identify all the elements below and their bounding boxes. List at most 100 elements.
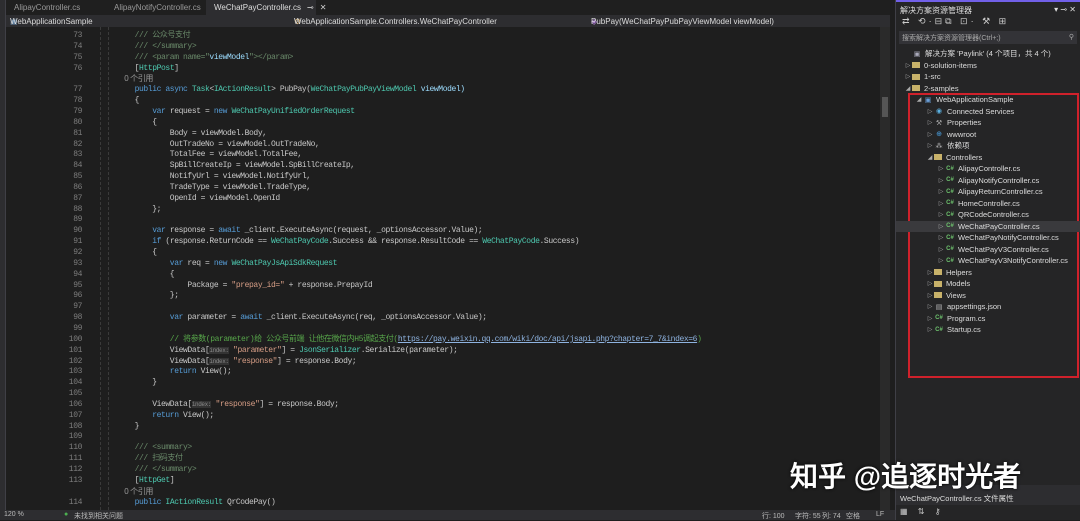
tree-item[interactable]: ▷ C# WeChatPayV3Controller.cs [896,244,1080,256]
tree-item[interactable]: ▷ ⚒ Properties [896,117,1080,129]
tree-item[interactable]: ▷ C# QRCodeController.cs [896,209,1080,221]
code-line[interactable]: 0 个引用 [6,73,880,84]
expand-arrow-icon[interactable]: ▷ [937,188,945,195]
close-icon[interactable]: ✕ [320,3,327,12]
code-line[interactable]: 114 public IActionResult QrCodePay() [6,497,880,508]
code-line[interactable]: 81 Body = viewModel.Body, [6,128,880,139]
code-line[interactable]: 104 } [6,377,880,388]
zoom-level[interactable]: 120 % [4,511,24,518]
code-line[interactable]: 108 } [6,421,880,432]
expand-arrow-icon[interactable]: ▷ [926,142,934,149]
tree-item[interactable]: ▷ Helpers [896,267,1080,279]
tree-item[interactable]: ▷ C# WeChatPayNotifyController.cs [896,232,1080,244]
solution-explorer-toolbar[interactable]: ⇄ ⟲·⊟⧉ ⊡· ⚒ ⊞ [896,15,1080,30]
code-line[interactable]: 74 /// </summary> [6,41,880,52]
code-line[interactable]: 102 ViewData[index: "response"] = respon… [6,356,880,367]
code-line[interactable]: 101 ViewData[index: "parameter"] = JsonS… [6,345,880,356]
code-line[interactable]: 79 var request = new WeChatPayUnifiedOrd… [6,106,880,117]
code-line[interactable]: 96 }; [6,290,880,301]
tree-item[interactable]: ▷ C# Startup.cs [896,324,1080,336]
expand-arrow-icon[interactable]: ▷ [926,108,934,115]
code-line[interactable]: 99 [6,323,880,334]
code-line[interactable]: 84 SpBillCreateIp = viewModel.SpBillCrea… [6,160,880,171]
tree-item[interactable]: ▷ 1-src [896,71,1080,83]
expand-arrow-icon[interactable]: ▷ [904,73,912,80]
properties-toolbar[interactable]: ▦ ⇅ ⚷ [896,505,1080,518]
code-line[interactable]: 76 [HttpPost] [6,63,880,74]
expand-arrow-icon[interactable]: ▷ [937,200,945,207]
code-line[interactable]: 83 TotalFee = viewModel.TotalFee, [6,149,880,160]
expand-arrow-icon[interactable]: ▷ [926,269,934,276]
code-line[interactable]: 88 }; [6,204,880,215]
code-line[interactable]: 109 [6,431,880,442]
codelens-references[interactable]: 0 个引用 [117,74,153,83]
code-line[interactable]: 100 // 将参数(parameter)给 公众号前端 让他在微信内H5调起支… [6,334,880,345]
tree-item[interactable]: ▷ ⊕ wwwroot [896,129,1080,141]
tree-item[interactable]: ◢ ▣ WebApplicationSample [896,94,1080,106]
code-line[interactable]: 92 { [6,247,880,258]
tree-item[interactable]: ◢ Controllers [896,152,1080,164]
tree-item[interactable]: ▣ 解决方案 'Paylink' (4 个项目，共 4 个) [896,48,1080,60]
code-line[interactable]: 97 [6,301,880,312]
expand-arrow-icon[interactable]: ▷ [926,315,934,322]
codelens-references[interactable]: 0 个引用 [117,487,153,496]
code-line[interactable]: 82 OutTradeNo = viewModel.OutTradeNo, [6,139,880,150]
pin-icon[interactable]: ⊸ [307,3,314,12]
code-line[interactable]: 90 var response = await _client.ExecuteA… [6,225,880,236]
code-line[interactable]: 106 ViewData[index: "response"] = respon… [6,399,880,410]
code-line[interactable]: 95 Package = "prepay_id=" + response.Pre… [6,280,880,291]
tab-alipay-controller[interactable]: AlipayController.cs [6,0,106,15]
code-line[interactable]: 103 return View(); [6,366,880,377]
expand-arrow-icon[interactable]: ▷ [904,62,912,69]
collapse-arrow-icon[interactable]: ◢ [926,154,934,161]
code-line[interactable]: 89 [6,214,880,225]
code-line[interactable]: 77 public async Task<IActionResult> PubP… [6,84,880,95]
expand-arrow-icon[interactable]: ▷ [937,211,945,218]
code-line[interactable]: 85 NotifyUrl = viewModel.NotifyUrl, [6,171,880,182]
expand-arrow-icon[interactable]: ▷ [926,119,934,126]
code-line[interactable]: 0 个引用 [6,486,880,497]
code-line[interactable]: 94 { [6,269,880,280]
code-line[interactable]: 78 { [6,95,880,106]
tree-item[interactable]: ▷ ▤ appsettings.json [896,301,1080,313]
code-line[interactable]: 111 /// 扫码支付 [6,453,880,464]
collapse-arrow-icon[interactable]: ◢ [904,85,912,92]
tree-item[interactable]: ▷ C# AlipayReturnController.cs [896,186,1080,198]
expand-arrow-icon[interactable]: ▷ [926,131,934,138]
code-line[interactable]: 98 var parameter = await _client.Execute… [6,312,880,323]
expand-arrow-icon[interactable]: ▷ [937,177,945,184]
search-icon[interactable]: ⚲ [1069,33,1074,42]
code-line[interactable]: 87 OpenId = viewModel.OpenId [6,193,880,204]
code-line[interactable]: 107 return View(); [6,410,880,421]
tree-item[interactable]: ▷ C# HomeController.cs [896,198,1080,210]
editor-scrollbar[interactable] [880,27,890,510]
expand-arrow-icon[interactable]: ▷ [937,165,945,172]
tree-item[interactable]: ▷ C# Program.cs [896,313,1080,325]
expand-arrow-icon[interactable]: ▷ [926,303,934,310]
expand-arrow-icon[interactable]: ▷ [937,223,945,230]
code-line[interactable]: 105 [6,388,880,399]
tree-item[interactable]: ▷ Views [896,290,1080,302]
expand-arrow-icon[interactable]: ▷ [926,326,934,333]
tree-item[interactable]: ◢ 2-samples [896,83,1080,95]
code-line[interactable]: 110 /// <summary> [6,442,880,453]
tab-wechatpay-controller[interactable]: WeChatPayController.cs ⊸ ✕ [206,0,326,15]
solution-search-input[interactable]: 搜索解决方案资源管理器(Ctrl+;) ⚲ [899,31,1077,44]
code-line[interactable]: 91 if (response.ReturnCode == WeChatPayC… [6,236,880,247]
tree-item[interactable]: ▷ C# WeChatPayV3NotifyController.cs [896,255,1080,267]
tree-item[interactable]: ▷ C# AlipayController.cs [896,163,1080,175]
expand-arrow-icon[interactable]: ▷ [937,246,945,253]
expand-arrow-icon[interactable]: ▷ [937,257,945,264]
expand-arrow-icon[interactable]: ▷ [937,234,945,241]
code-line[interactable]: 112 /// </summary> [6,464,880,475]
expand-arrow-icon[interactable]: ▷ [926,292,934,299]
scrollbar-thumb[interactable] [882,97,888,117]
eol-indicator[interactable]: LF [876,511,884,518]
code-line[interactable]: 80 { [6,117,880,128]
expand-arrow-icon[interactable]: ▷ [926,280,934,287]
code-line[interactable]: 75 /// <param name="viewModel"></param> [6,52,880,63]
tree-item[interactable]: ▷ C# AlipayNotifyController.cs [896,175,1080,187]
tree-item[interactable]: ▷ 0-solution-items [896,60,1080,72]
tree-item[interactable]: ▷ ⁂ 依赖项 [896,140,1080,152]
panel-controls[interactable]: ▾ ⊸ ✕ [1054,5,1076,14]
